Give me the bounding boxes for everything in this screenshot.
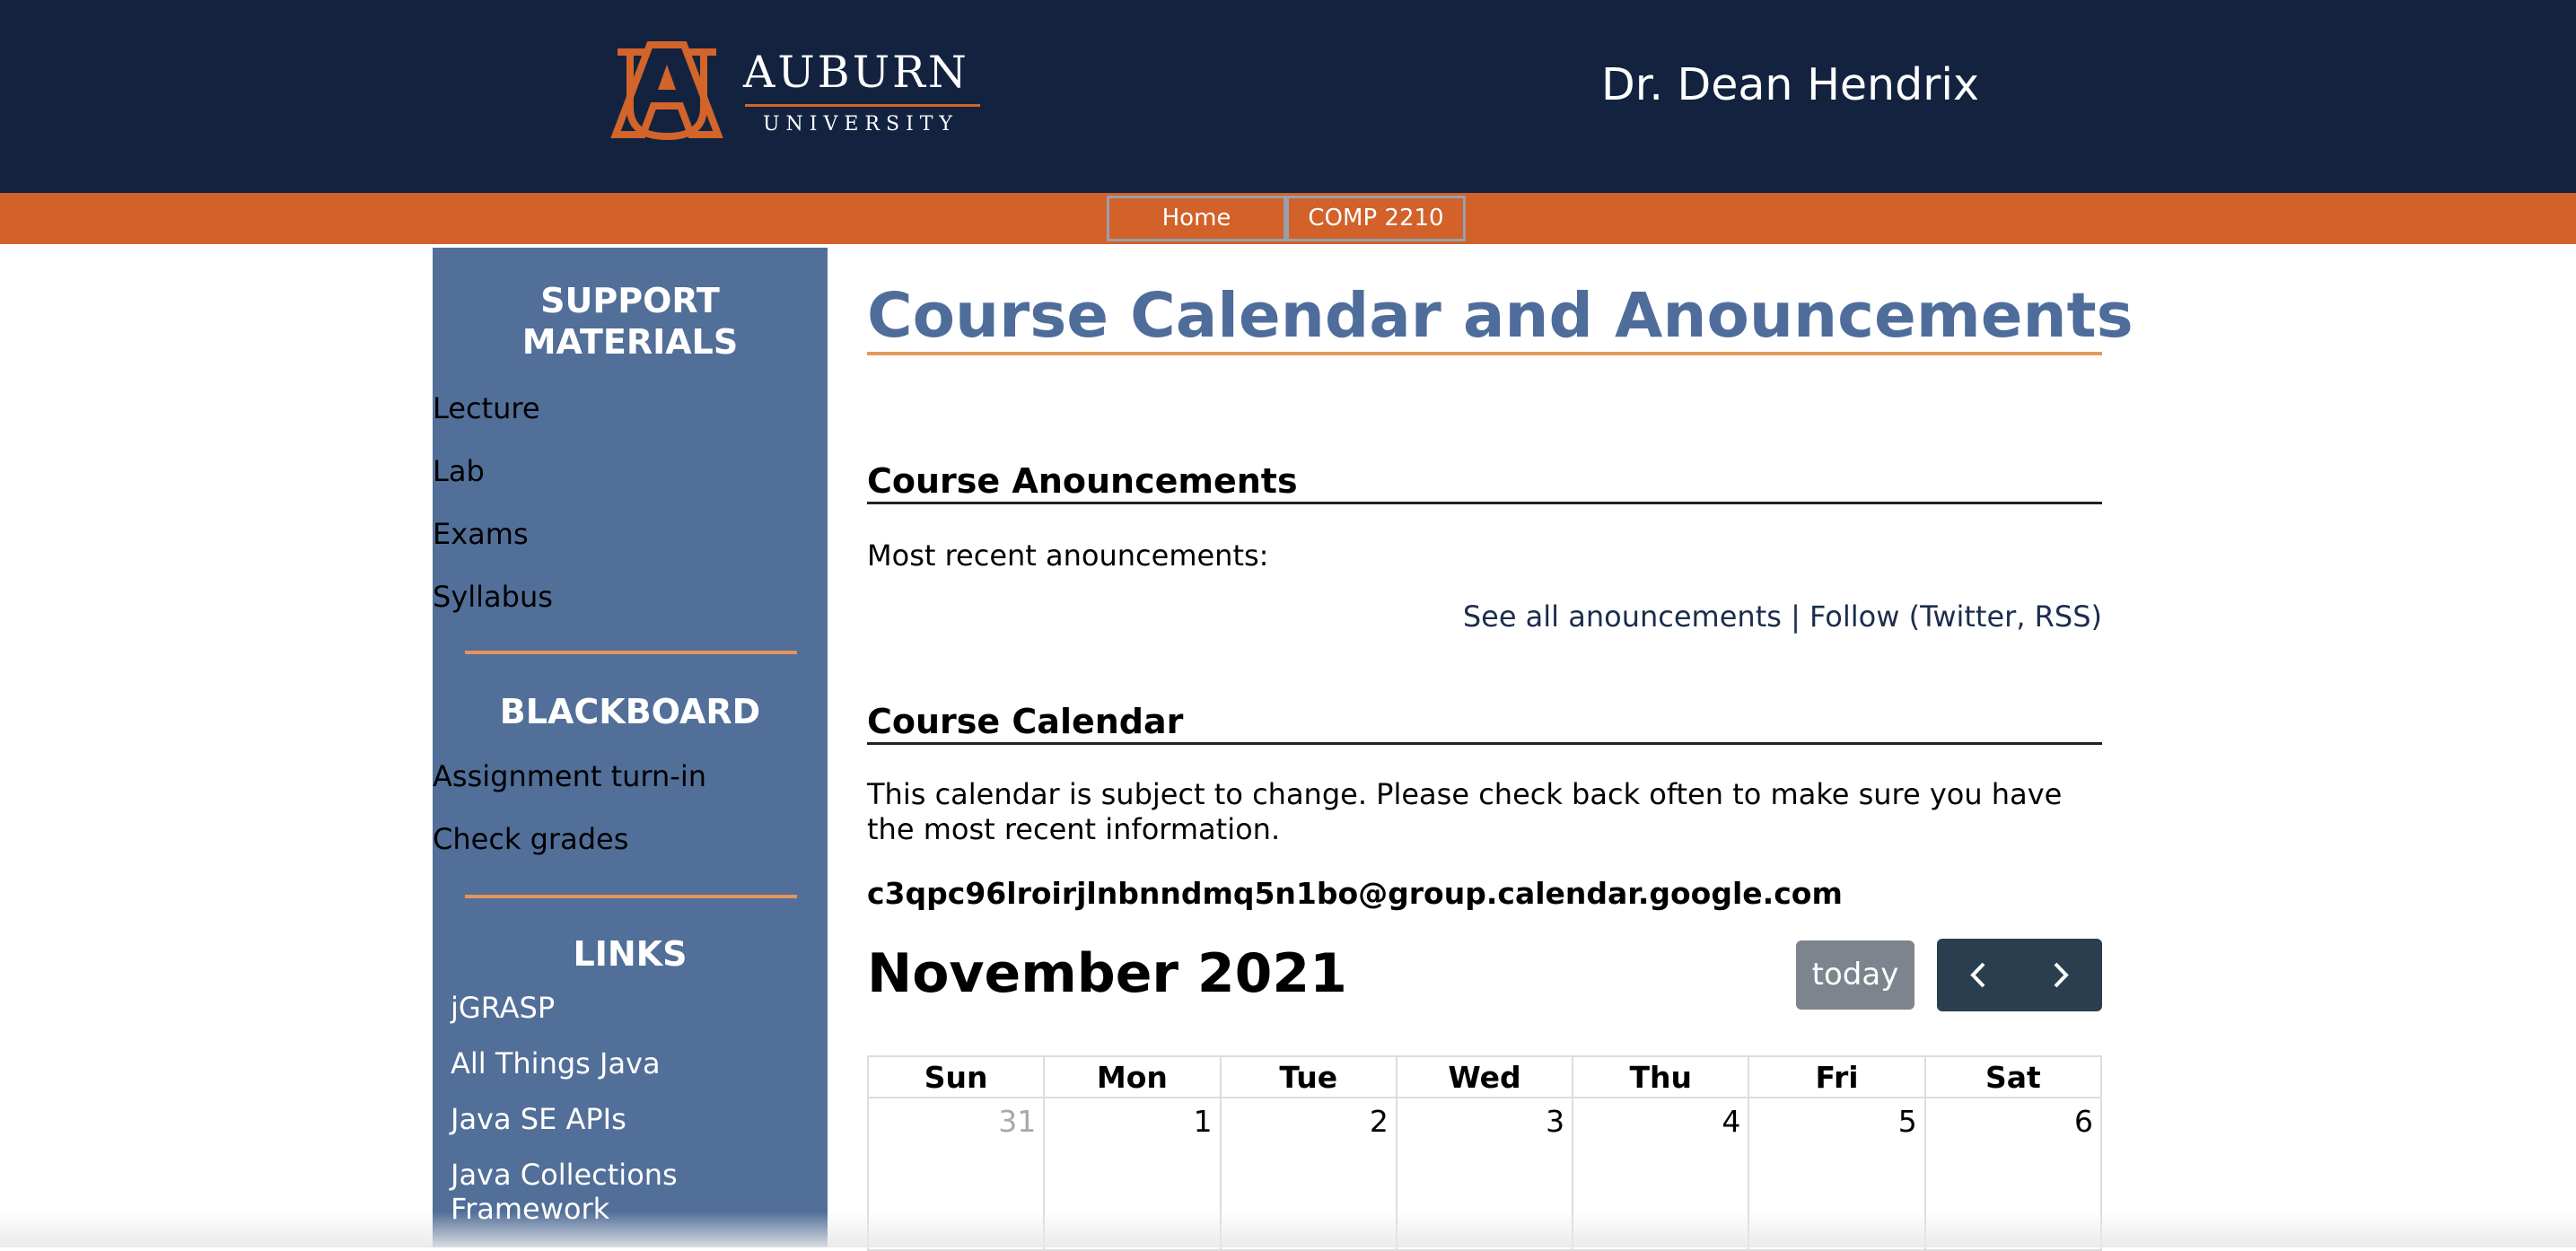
calendar-nav-group <box>1937 939 2102 1011</box>
calendar-id: c3qpc96lroirjlnbnndmq5n1bo@group.calenda… <box>867 876 1843 911</box>
links-heading: LINKS <box>573 934 688 974</box>
chevron-right-glyph <box>2054 962 2069 988</box>
sidebar-link-java-se-apis[interactable]: Java SE APIs <box>451 1102 626 1136</box>
sidebar-link-all-things-java[interactable]: All Things Java <box>451 1046 661 1080</box>
top-nav: Home COMP 2210 <box>0 193 2576 244</box>
calendar-heading: Course Calendar <box>867 702 1184 741</box>
auburn-logo[interactable]: AUBURN UNIVERSITY <box>609 34 986 144</box>
calendar-month-title: November 2021 <box>867 942 1347 1005</box>
blackboard-heading: BLACKBOARD <box>499 692 761 731</box>
day-header-mon: Mon <box>1043 1055 1222 1098</box>
day-header-wed: Wed <box>1395 1055 1574 1098</box>
today-button[interactable]: today <box>1796 940 1914 1010</box>
day-header-tue: Tue <box>1219 1055 1398 1098</box>
calendar-rule <box>867 742 2102 745</box>
sidebar-link-assignment-turnin[interactable]: Assignment turn-in <box>433 759 706 793</box>
logo-divider <box>745 104 980 107</box>
sidebar-link-lecture[interactable]: Lecture <box>433 391 540 425</box>
page-title: Course Calendar and Anouncements <box>867 280 2134 352</box>
recent-announcements-label: Most recent anouncements: <box>867 538 1269 573</box>
link-separator: | <box>1781 599 1810 634</box>
bottom-fade <box>0 1212 2576 1247</box>
calendar-header-row: Sun Mon Tue Wed Thu Fri Sat <box>866 1055 2103 1098</box>
twitter-link[interactable]: Twitter <box>1920 599 2016 634</box>
follow-close: ) <box>2090 599 2102 634</box>
title-underline <box>867 352 2102 355</box>
sidebar-divider <box>465 895 797 898</box>
see-all-announcements-link[interactable]: See all anouncements <box>1463 599 1782 634</box>
au-monogram-icon <box>610 41 723 141</box>
chevron-left-glyph <box>1970 962 1985 988</box>
day-header-sun: Sun <box>866 1055 1046 1098</box>
professor-name: Dr. Dean Hendrix <box>1601 59 1979 110</box>
sidebar-link-lab[interactable]: Lab <box>433 454 485 488</box>
announcements-heading: Course Anouncements <box>867 461 1298 501</box>
follow-label: Follow ( <box>1809 599 1921 634</box>
logo-wordmark: AUBURN <box>743 47 969 98</box>
sidebar-link-exams[interactable]: Exams <box>433 517 529 551</box>
announcement-links: See all anouncements | Follow (Twitter, … <box>1463 599 2102 634</box>
rss-link[interactable]: RSS <box>2035 599 2091 634</box>
nav-comp2210-button[interactable]: COMP 2210 <box>1286 196 1466 241</box>
sidebar-link-jgrasp[interactable]: jGRASP <box>451 991 555 1025</box>
sidebar-link-syllabus[interactable]: Syllabus <box>433 580 553 614</box>
support-heading-line2: MATERIALS <box>521 322 739 362</box>
nav-home-button[interactable]: Home <box>1107 196 1286 241</box>
calendar-note: This calendar is subject to change. Plea… <box>867 777 2063 846</box>
support-heading-line1: SUPPORT <box>540 281 720 320</box>
sidebar: SUPPORT MATERIALS Lecture Lab Exams Syll… <box>433 248 828 1247</box>
sidebar-link-check-grades[interactable]: Check grades <box>433 822 628 856</box>
day-header-fri: Fri <box>1748 1055 1926 1098</box>
support-heading: SUPPORT MATERIALS <box>433 280 828 363</box>
logo-subtitle: UNIVERSITY <box>763 113 959 136</box>
follow-comma: , <box>2016 599 2035 634</box>
day-header-sat: Sat <box>1923 1055 2103 1098</box>
chevron-left-icon[interactable] <box>1937 939 2020 1011</box>
sidebar-divider <box>465 651 797 654</box>
day-header-thu: Thu <box>1572 1055 1750 1098</box>
announcements-rule <box>867 502 2102 504</box>
site-header: AUBURN UNIVERSITY Dr. Dean Hendrix <box>0 0 2576 193</box>
chevron-right-icon[interactable] <box>2020 939 2102 1011</box>
